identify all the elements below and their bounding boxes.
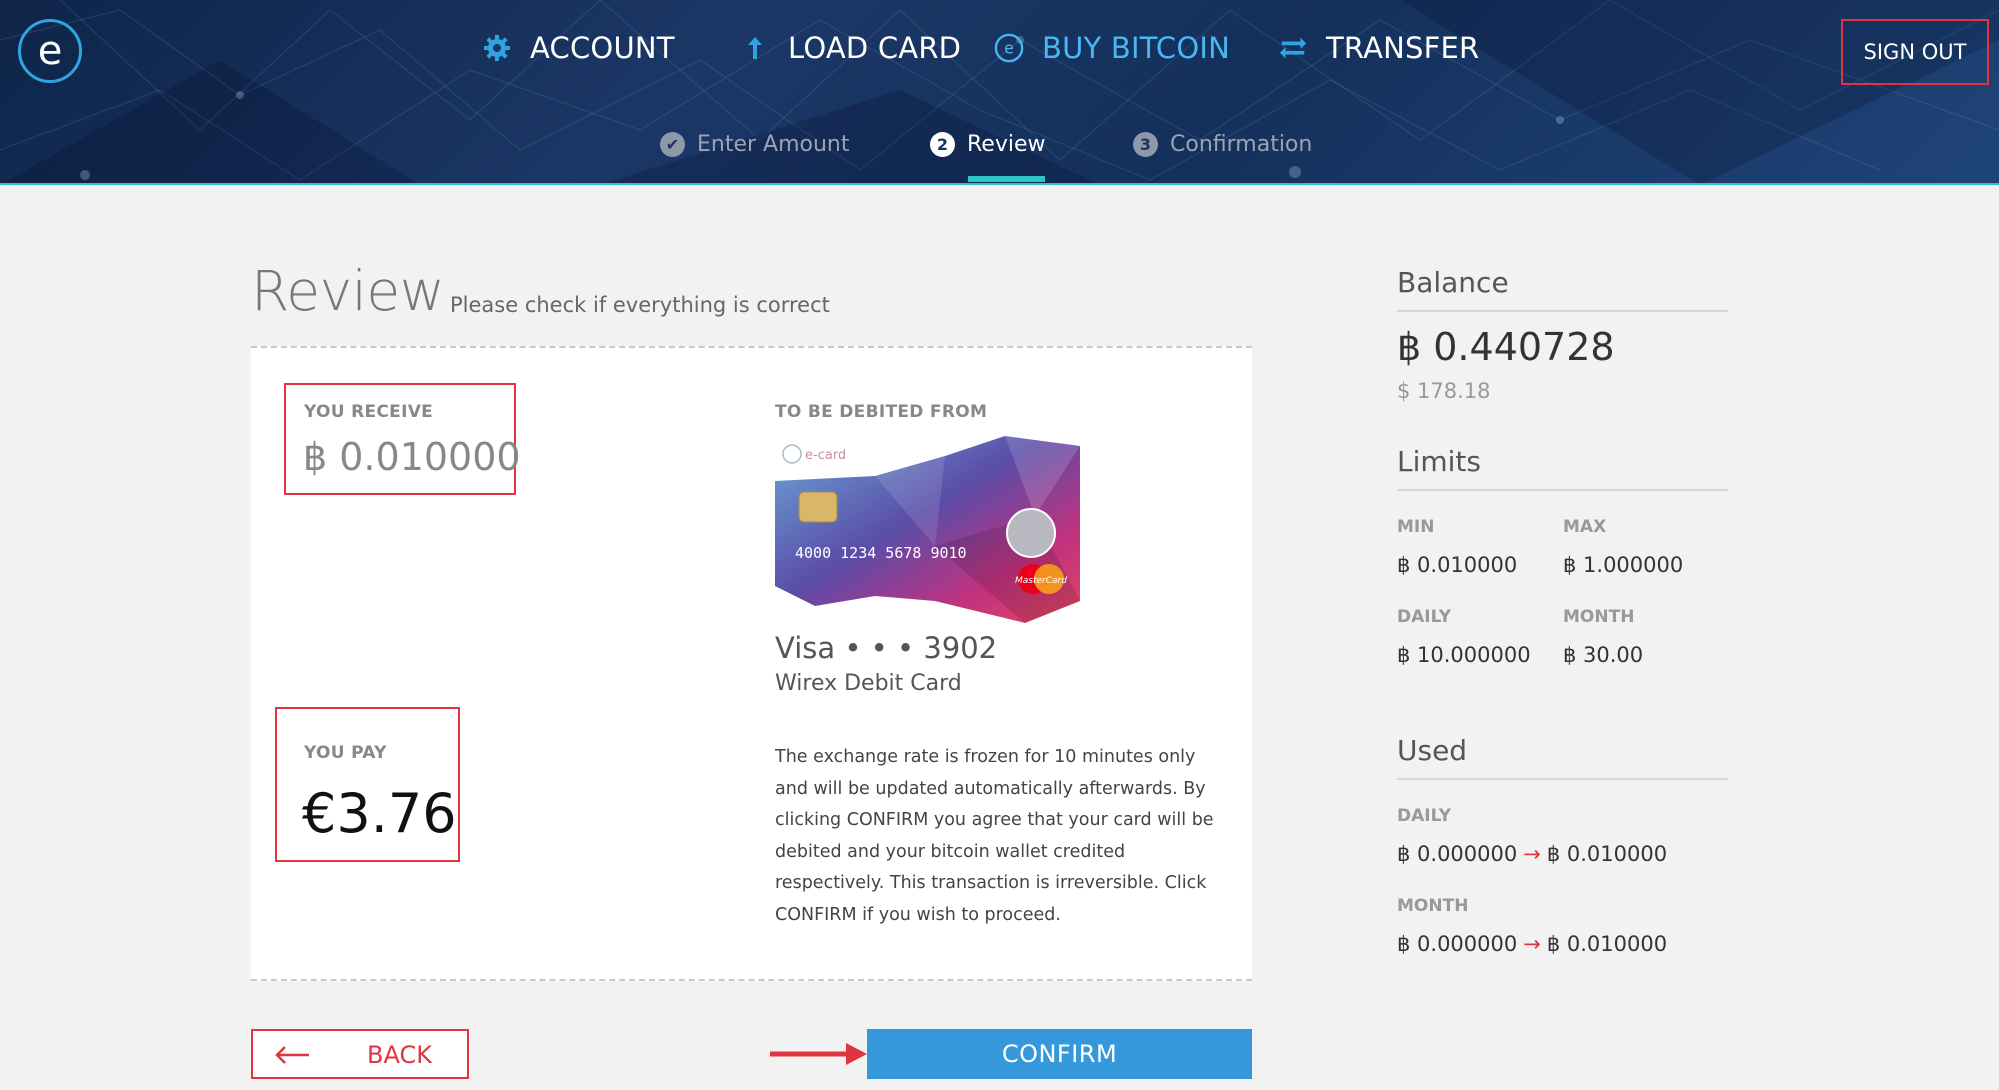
balance-btc: ฿ 0.440728 bbox=[1397, 325, 1615, 369]
step-number-badge: 2 bbox=[930, 131, 955, 157]
arrow-up-icon bbox=[740, 33, 770, 63]
active-step-indicator bbox=[968, 176, 1045, 182]
limits-min-value: ฿ 0.010000 bbox=[1397, 553, 1518, 577]
page-title: Review bbox=[251, 259, 445, 323]
nav-account[interactable]: ACCOUNT bbox=[482, 26, 675, 70]
brand-logo[interactable]: e bbox=[18, 19, 82, 83]
you-receive-value: ฿ 0.010000 bbox=[303, 435, 521, 479]
step-review-label: Review bbox=[967, 131, 1046, 157]
limits-max-value: ฿ 1.000000 bbox=[1563, 553, 1684, 577]
limits-divider bbox=[1397, 489, 1728, 491]
debit-card-image: e-card 4000 1234 5678 9010 MasterCard bbox=[775, 436, 1080, 623]
used-daily-value: ฿ 0.000000 → ฿ 0.010000 bbox=[1397, 842, 1667, 866]
nav-load-card[interactable]: LOAD CARD bbox=[740, 26, 961, 70]
nav-transfer-label: TRANSFER bbox=[1326, 31, 1480, 65]
used-month-value: ฿ 0.000000 → ฿ 0.010000 bbox=[1397, 932, 1667, 956]
sign-out-label: SIGN OUT bbox=[1863, 40, 1967, 64]
nav-buy-bitcoin-label: BUY BITCOIN bbox=[1042, 31, 1231, 65]
you-pay-label: YOU PAY bbox=[304, 743, 387, 763]
limits-daily-value: ฿ 10.000000 bbox=[1397, 643, 1531, 667]
nav-transfer[interactable]: TRANSFER bbox=[1278, 26, 1479, 70]
page-subtitle: Please check if everything is correct bbox=[450, 293, 830, 317]
nav-buy-bitcoin[interactable]: e BUY BITCOIN bbox=[994, 26, 1230, 70]
checkmark-icon: ✔ bbox=[660, 131, 685, 157]
card-name: Wirex Debit Card bbox=[775, 671, 962, 696]
arrow-right-icon: → bbox=[1523, 932, 1541, 956]
logo-letter: e bbox=[37, 28, 63, 74]
confirm-button-label: CONFIRM bbox=[1001, 1040, 1118, 1068]
used-divider bbox=[1397, 778, 1728, 780]
step-enter-amount[interactable]: ✔ Enter Amount bbox=[660, 126, 850, 162]
card-brand-line: Visa • • • 3902 bbox=[775, 631, 998, 665]
used-month-label: MONTH bbox=[1397, 896, 1469, 916]
back-button[interactable]: BACK bbox=[251, 1029, 469, 1079]
you-receive-label: YOU RECEIVE bbox=[304, 402, 434, 422]
sign-out-button[interactable]: SIGN OUT bbox=[1841, 19, 1989, 85]
step-review[interactable]: 2 Review bbox=[930, 126, 1046, 162]
balance-divider bbox=[1397, 310, 1728, 312]
debited-from-label: TO BE DEBITED FROM bbox=[775, 402, 988, 422]
used-heading: Used bbox=[1397, 734, 1468, 767]
limits-max-label: MAX bbox=[1563, 517, 1607, 537]
header-divider bbox=[0, 183, 1999, 185]
coin-e-icon: e bbox=[994, 33, 1024, 63]
limits-month-label: MONTH bbox=[1563, 607, 1635, 627]
card-logo-text: e-card bbox=[805, 448, 846, 463]
used-daily-to: ฿ 0.010000 bbox=[1546, 842, 1668, 866]
used-daily-from: ฿ 0.000000 bbox=[1397, 842, 1518, 866]
back-button-label: BACK bbox=[367, 1041, 432, 1069]
you-pay-value: €3.76 bbox=[302, 782, 457, 845]
annotation-arrow-icon bbox=[770, 1043, 867, 1065]
card-number: 4000 1234 5678 9010 bbox=[795, 544, 967, 562]
step-confirmation[interactable]: 3 Confirmation bbox=[1133, 126, 1312, 162]
step-enter-amount-label: Enter Amount bbox=[697, 131, 850, 157]
balance-heading: Balance bbox=[1397, 266, 1509, 299]
arrow-left-icon bbox=[275, 1046, 309, 1064]
arrow-right-icon: → bbox=[1523, 842, 1541, 866]
limits-daily-label: DAILY bbox=[1397, 607, 1452, 627]
gear-icon bbox=[482, 33, 512, 63]
mastercard-logo-text: MasterCard bbox=[1015, 576, 1067, 586]
transfer-icon bbox=[1278, 33, 1308, 63]
top-header: e ACCOUNT LOAD CARD e BUY BITCOIN TRANSF… bbox=[0, 0, 1999, 185]
limits-month-value: ฿ 30.00 bbox=[1563, 643, 1644, 667]
exchange-rate-notice: The exchange rate is frozen for 10 minut… bbox=[775, 747, 1214, 925]
nav-load-card-label: LOAD CARD bbox=[788, 31, 962, 65]
svg-text:e: e bbox=[1004, 39, 1014, 58]
mastercard-logo: MasterCard bbox=[1015, 564, 1067, 594]
limits-heading: Limits bbox=[1397, 445, 1481, 478]
confirm-button[interactable]: CONFIRM bbox=[867, 1029, 1252, 1079]
step-confirmation-label: Confirmation bbox=[1170, 131, 1313, 157]
used-month-from: ฿ 0.000000 bbox=[1397, 932, 1518, 956]
balance-usd: $ 178.18 bbox=[1397, 379, 1491, 403]
step-number-badge: 3 bbox=[1133, 131, 1158, 157]
nav-account-label: ACCOUNT bbox=[530, 31, 675, 65]
used-month-to: ฿ 0.010000 bbox=[1546, 932, 1668, 956]
limits-min-label: MIN bbox=[1397, 517, 1435, 537]
used-daily-label: DAILY bbox=[1397, 806, 1452, 826]
